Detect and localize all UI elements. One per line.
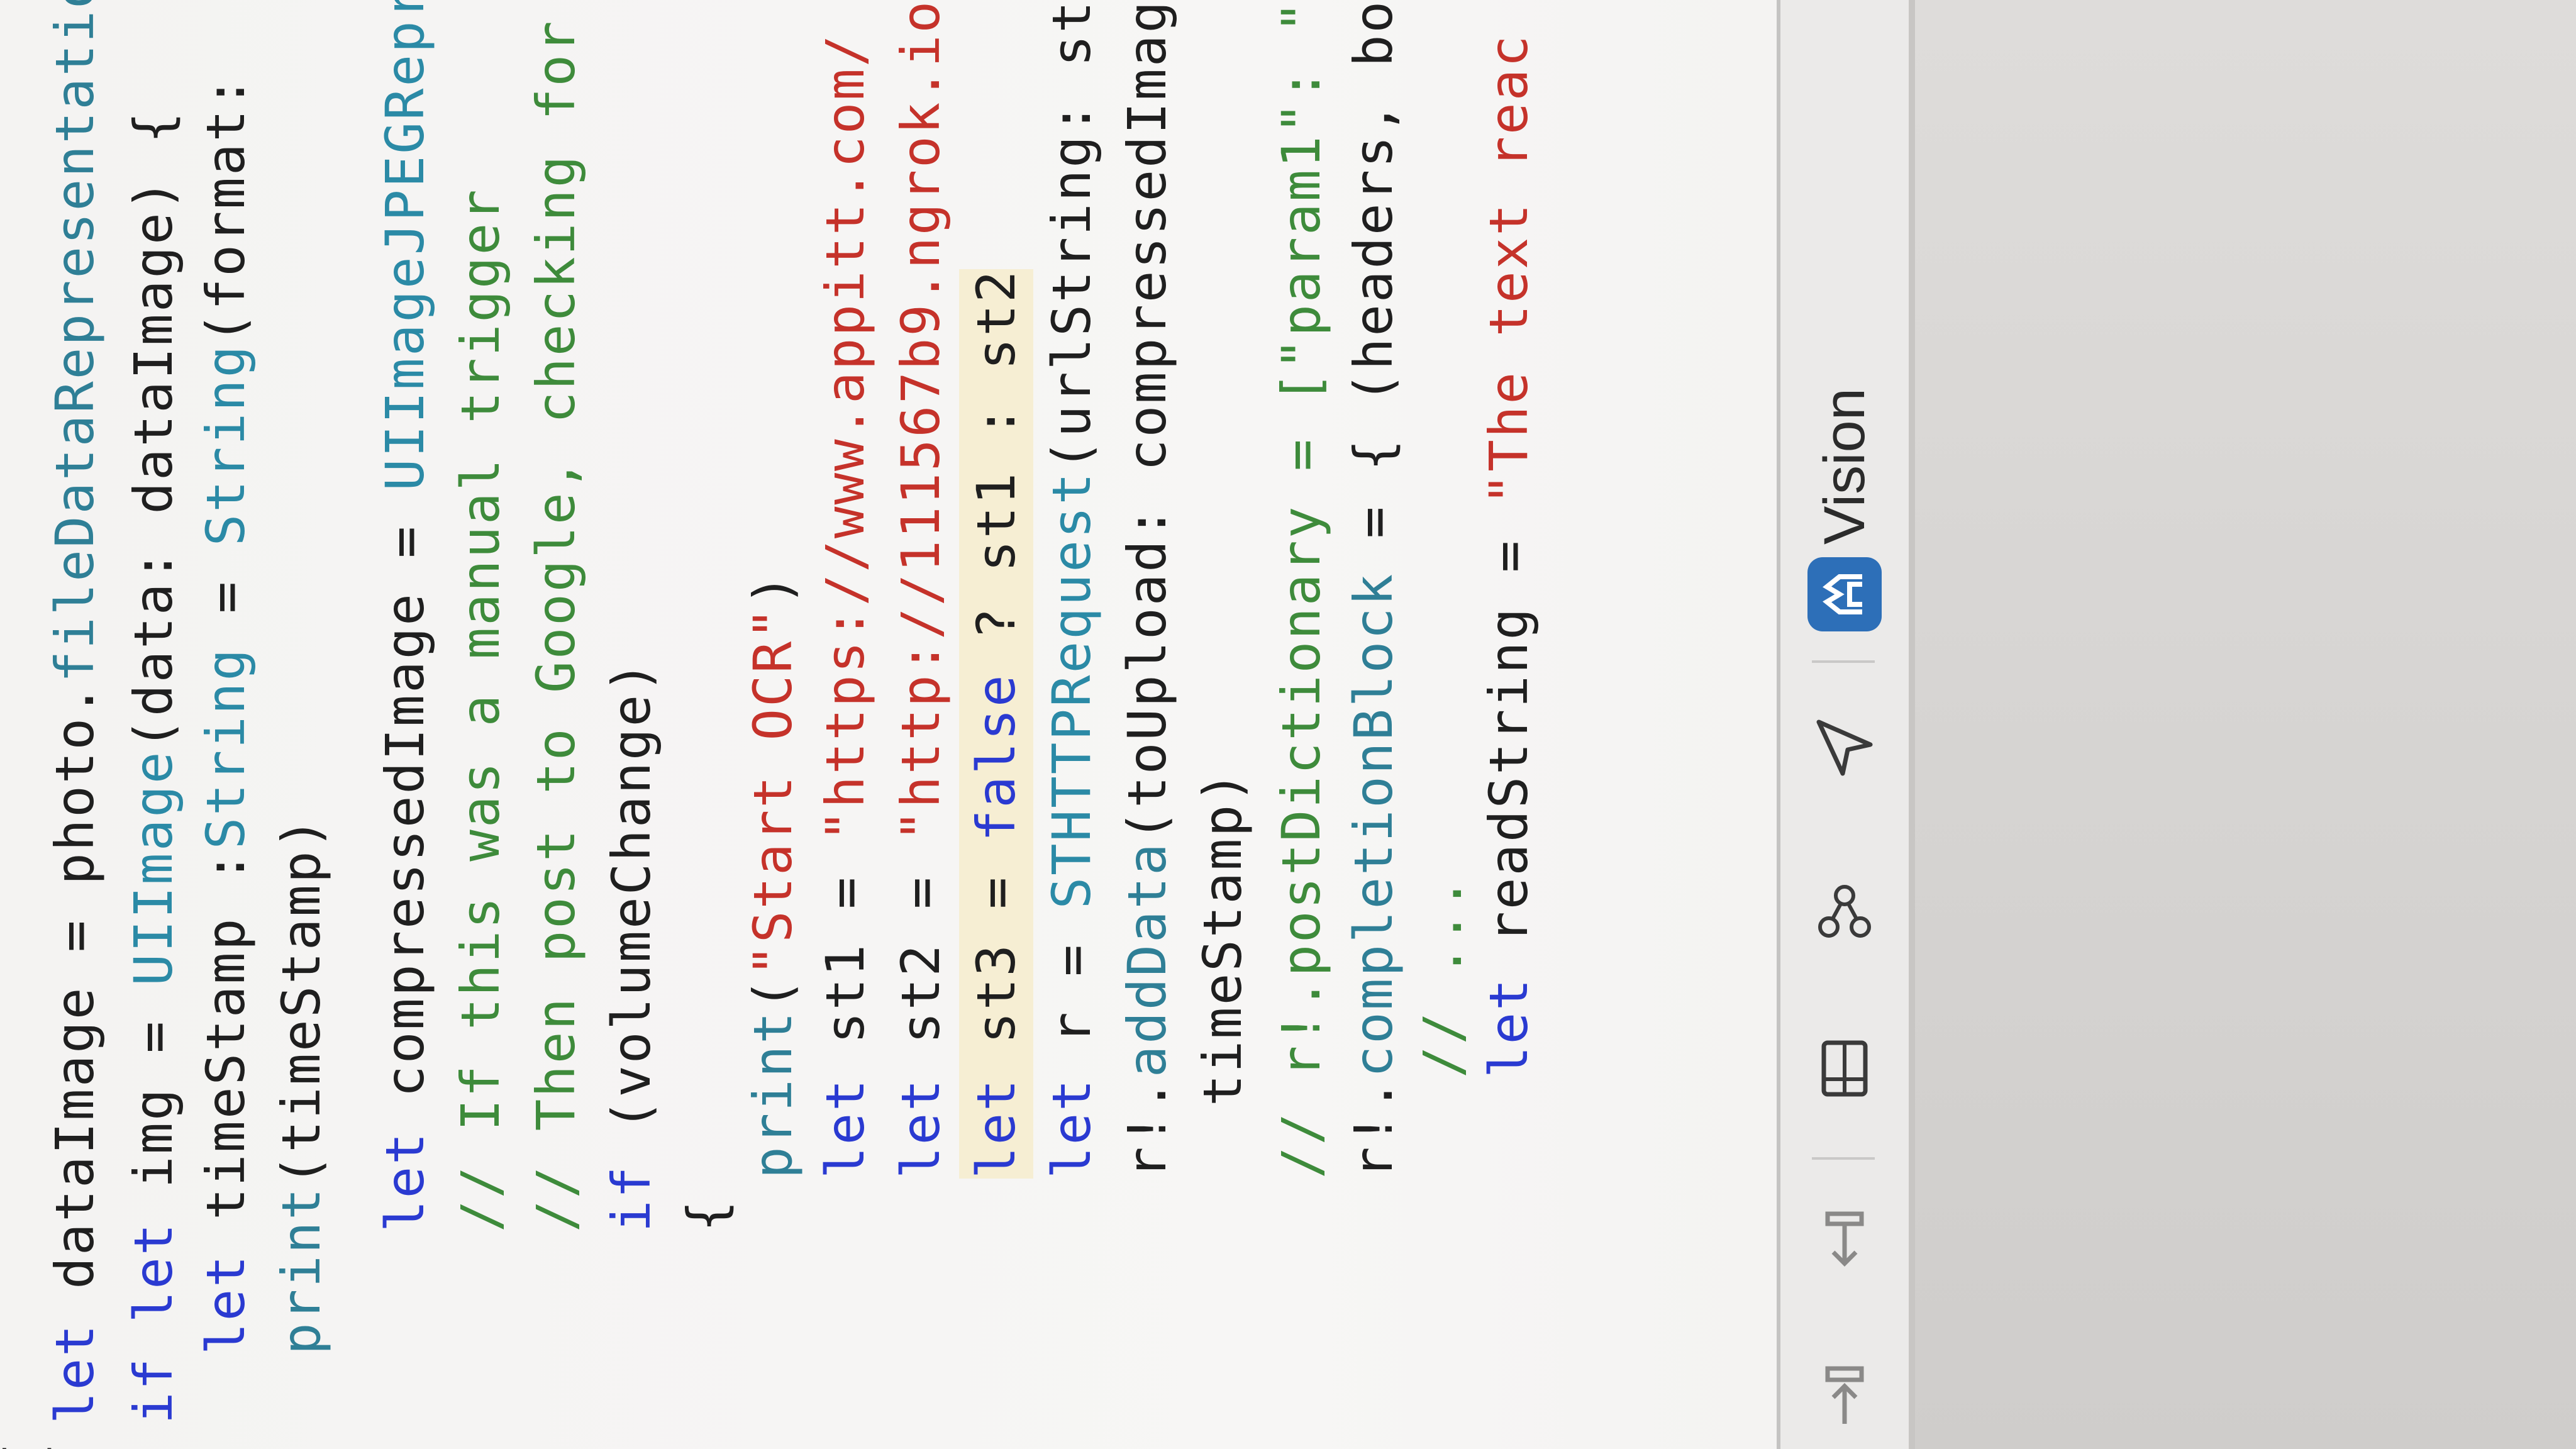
code-token: let <box>890 1077 952 1179</box>
code-line[interactable]: if (volumeChange) <box>594 659 669 1232</box>
code-token: ? st1 : st2 <box>965 269 1027 674</box>
code-token: timeStamp : <box>195 849 257 1254</box>
background-surface <box>1915 0 2576 1449</box>
code-token: compressedImage = <box>374 491 436 1131</box>
code-token: // If this was a manual trigger <box>450 187 511 1232</box>
code-line[interactable]: timeStamp) <box>1185 769 1260 1106</box>
code-line[interactable]: let st2 = "http://111567b9.ngrok.io <box>884 0 958 1179</box>
code-token: // Then post to Google, checking for t <box>525 0 587 1232</box>
vision-button[interactable]: Vision <box>1806 388 1884 631</box>
share-nodes-button[interactable] <box>1806 877 1884 946</box>
send-button[interactable] <box>1806 713 1884 782</box>
toolbar-separator <box>1812 1157 1875 1160</box>
code-line[interactable]: // Then post to Google, checking for t <box>519 0 593 1232</box>
code-token: "http://111567b9.ngrok.io <box>890 0 952 842</box>
code-line[interactable]: r!.completionBlock = { (headers, bo <box>1336 0 1411 1179</box>
code-line[interactable]: r!.addData(toUpload: compressedImag <box>1110 0 1184 1179</box>
code-token: img = <box>123 985 184 1222</box>
share-nodes-icon <box>1818 885 1871 938</box>
code-token: // r!.postDictionary = ["param1": " <box>1270 0 1332 1179</box>
outdent-icon <box>1825 1211 1864 1267</box>
code-token: "The text reac <box>1478 33 1540 506</box>
code-token: let <box>123 1221 184 1323</box>
photo-of-code-editor: { let dataImage = photo.fileDataRepresent… <box>0 0 2576 1449</box>
code-line[interactable]: { <box>670 1198 744 1232</box>
code-token: let <box>1478 977 1540 1078</box>
code-line[interactable]: let st3 = false ? st1 : st2 <box>959 269 1033 1179</box>
code-token: completionBlock <box>1343 572 1404 1078</box>
code-line[interactable]: // If this was a manual trigger <box>443 187 518 1232</box>
code-token: ( <box>742 976 804 1011</box>
code-token: false <box>965 673 1027 842</box>
code-token: { <box>0 1440 55 1449</box>
code-token: (data: dataImage) { <box>123 109 184 750</box>
outdent-button[interactable] <box>1806 1210 1884 1279</box>
code-token: print <box>270 1186 332 1355</box>
code-token: String <box>195 647 257 850</box>
code-line[interactable]: print(timeStamp) <box>264 816 338 1355</box>
code-token: let <box>374 1131 436 1232</box>
code-token: String <box>195 343 257 547</box>
code-line[interactable]: if let img = UIImage(data: dataImage) { <box>116 110 191 1424</box>
code-token: let <box>44 1323 106 1424</box>
code-token: "Start OCR" <box>742 606 804 977</box>
code-token: fileDataRepresentatio <box>44 0 106 683</box>
code-line[interactable]: // ... <box>1406 876 1480 1078</box>
code-token: r!. <box>1343 1077 1404 1179</box>
code-line[interactable]: let readString = "The text reac <box>1472 33 1546 1078</box>
code-token: if <box>123 1356 184 1424</box>
code-line[interactable]: let st1 = "https://www.appitt.com/ <box>808 33 882 1179</box>
code-token: = <box>195 546 257 647</box>
code-token: st1 = <box>814 841 876 1078</box>
code-line[interactable]: let dataImage = photo.fileDataRepresenta… <box>38 0 112 1424</box>
code-line[interactable]: let timeStamp :String = String(format: <box>189 41 263 1355</box>
code-line[interactable]: let compressedImage = UIImageJPEGRepre <box>368 0 442 1232</box>
vision-label: Vision <box>1812 388 1877 545</box>
code-token: (volumeChange) <box>601 659 662 1165</box>
code-token: if <box>601 1164 662 1232</box>
code-token: (toUpload: compressedImag <box>1116 0 1178 842</box>
code-line[interactable]: // r!.postDictionary = ["param1": " <box>1264 0 1338 1179</box>
code-token: ) <box>742 572 804 606</box>
code-area[interactable]: { let dataImage = photo.fileDataRepresent… <box>0 0 1777 1449</box>
code-token: r!. <box>1116 1077 1178 1179</box>
code-token: let <box>1041 1077 1102 1179</box>
code-editor-rotated: { let dataImage = photo.fileDataRepresent… <box>0 0 1777 1449</box>
code-token: STHTTPRequest <box>1041 470 1102 909</box>
toolbar-separator <box>1812 660 1875 663</box>
code-token: st3 = <box>965 841 1027 1078</box>
code-token: { <box>676 1198 738 1232</box>
split-view-icon <box>1821 1040 1868 1097</box>
code-token: // ... <box>1412 875 1474 1078</box>
toolbar-rotated: Vision <box>1780 0 1909 1449</box>
code-token: timeStamp) <box>1192 769 1253 1106</box>
code-token: UIImage <box>123 750 184 986</box>
code-token: readString = <box>1478 505 1540 977</box>
code-token: = { (headers, bo <box>1343 0 1404 572</box>
code-line[interactable]: let r = STHTTPRequest(urlString: st <box>1035 0 1109 1179</box>
code-token: addData <box>1116 841 1178 1078</box>
code-token: st2 = <box>890 841 952 1078</box>
code-token: UIImageJPEGRepre <box>374 0 436 491</box>
code-token: "https://www.appitt.com/ <box>814 33 876 842</box>
indent-button[interactable] <box>1806 1361 1884 1430</box>
code-line[interactable]: print("Start OCR") <box>736 572 810 1179</box>
code-token: let <box>814 1077 876 1179</box>
code-token: print <box>742 1010 804 1179</box>
code-token: let <box>965 1077 1027 1179</box>
code-token: (timeStamp) <box>270 815 332 1187</box>
code-token: (urlString: st <box>1041 0 1102 471</box>
indent-icon <box>1825 1366 1864 1424</box>
split-view-button[interactable] <box>1806 1034 1884 1103</box>
code-token: r = <box>1041 909 1102 1078</box>
code-line[interactable]: { <box>0 1440 62 1449</box>
code-token: (format: <box>195 40 257 344</box>
code-token: let <box>195 1253 257 1355</box>
send-icon <box>1816 719 1873 776</box>
code-token: dataImage = photo. <box>44 682 106 1323</box>
vision-app-icon <box>1807 557 1882 631</box>
monitor-bezel-edge <box>1909 0 1915 1449</box>
